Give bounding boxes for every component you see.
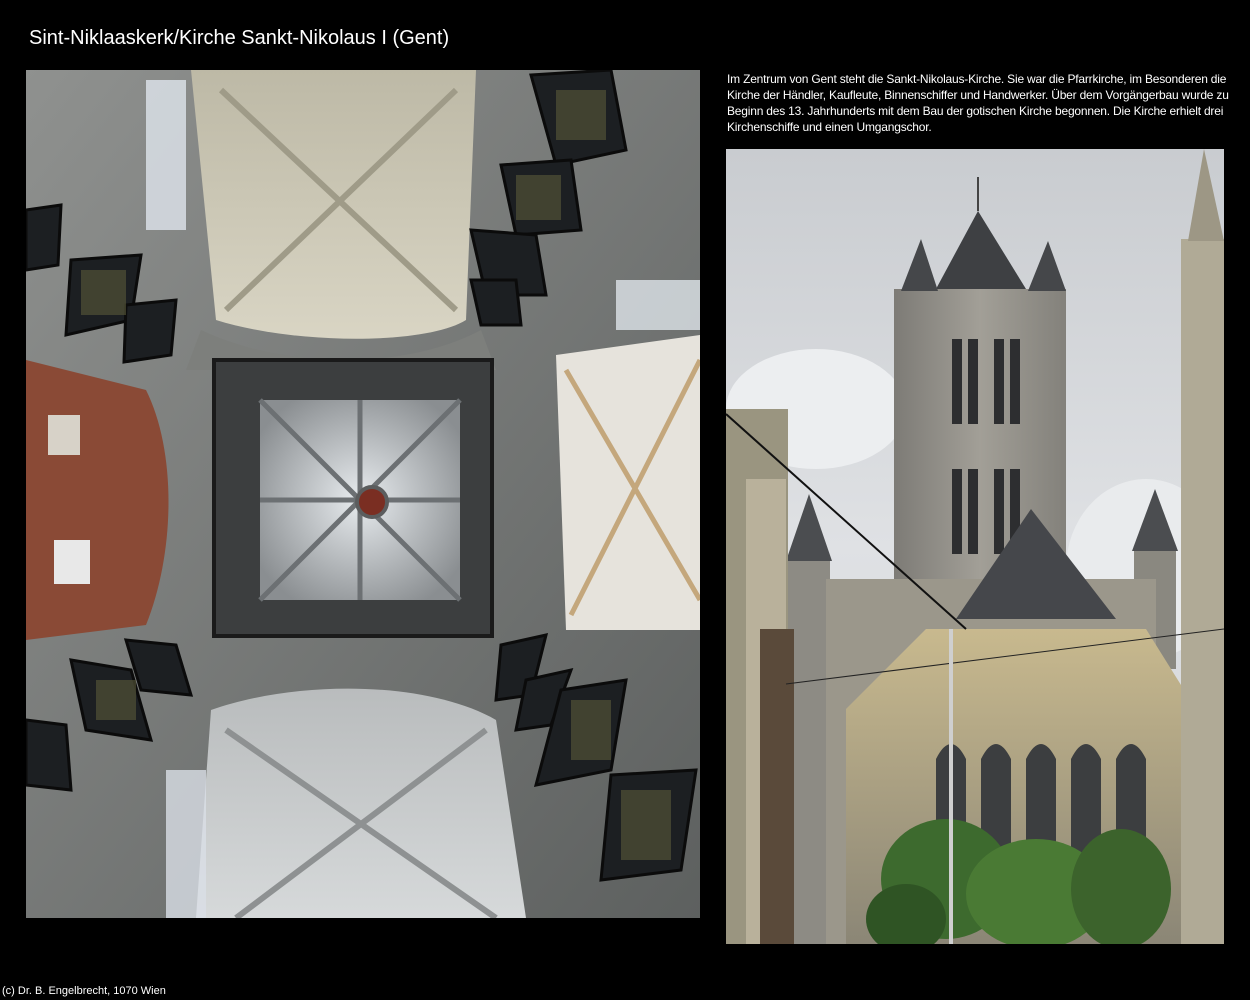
copyright-footer: (c) Dr. B. Engelbrecht, 1070 Wien [2,985,166,997]
description-text: Im Zentrum von Gent steht die Sankt-Niko… [727,72,1229,134]
interior-vault-image [26,70,700,918]
page: Sint-Niklaaskerk/Kirche Sankt-Nikolaus I… [0,0,1250,1000]
interior-vault-photo [26,70,700,918]
exterior-church-image [726,149,1224,944]
page-title: Sint-Niklaaskerk/Kirche Sankt-Nikolaus I… [29,27,450,49]
exterior-church-photo [726,149,1224,944]
